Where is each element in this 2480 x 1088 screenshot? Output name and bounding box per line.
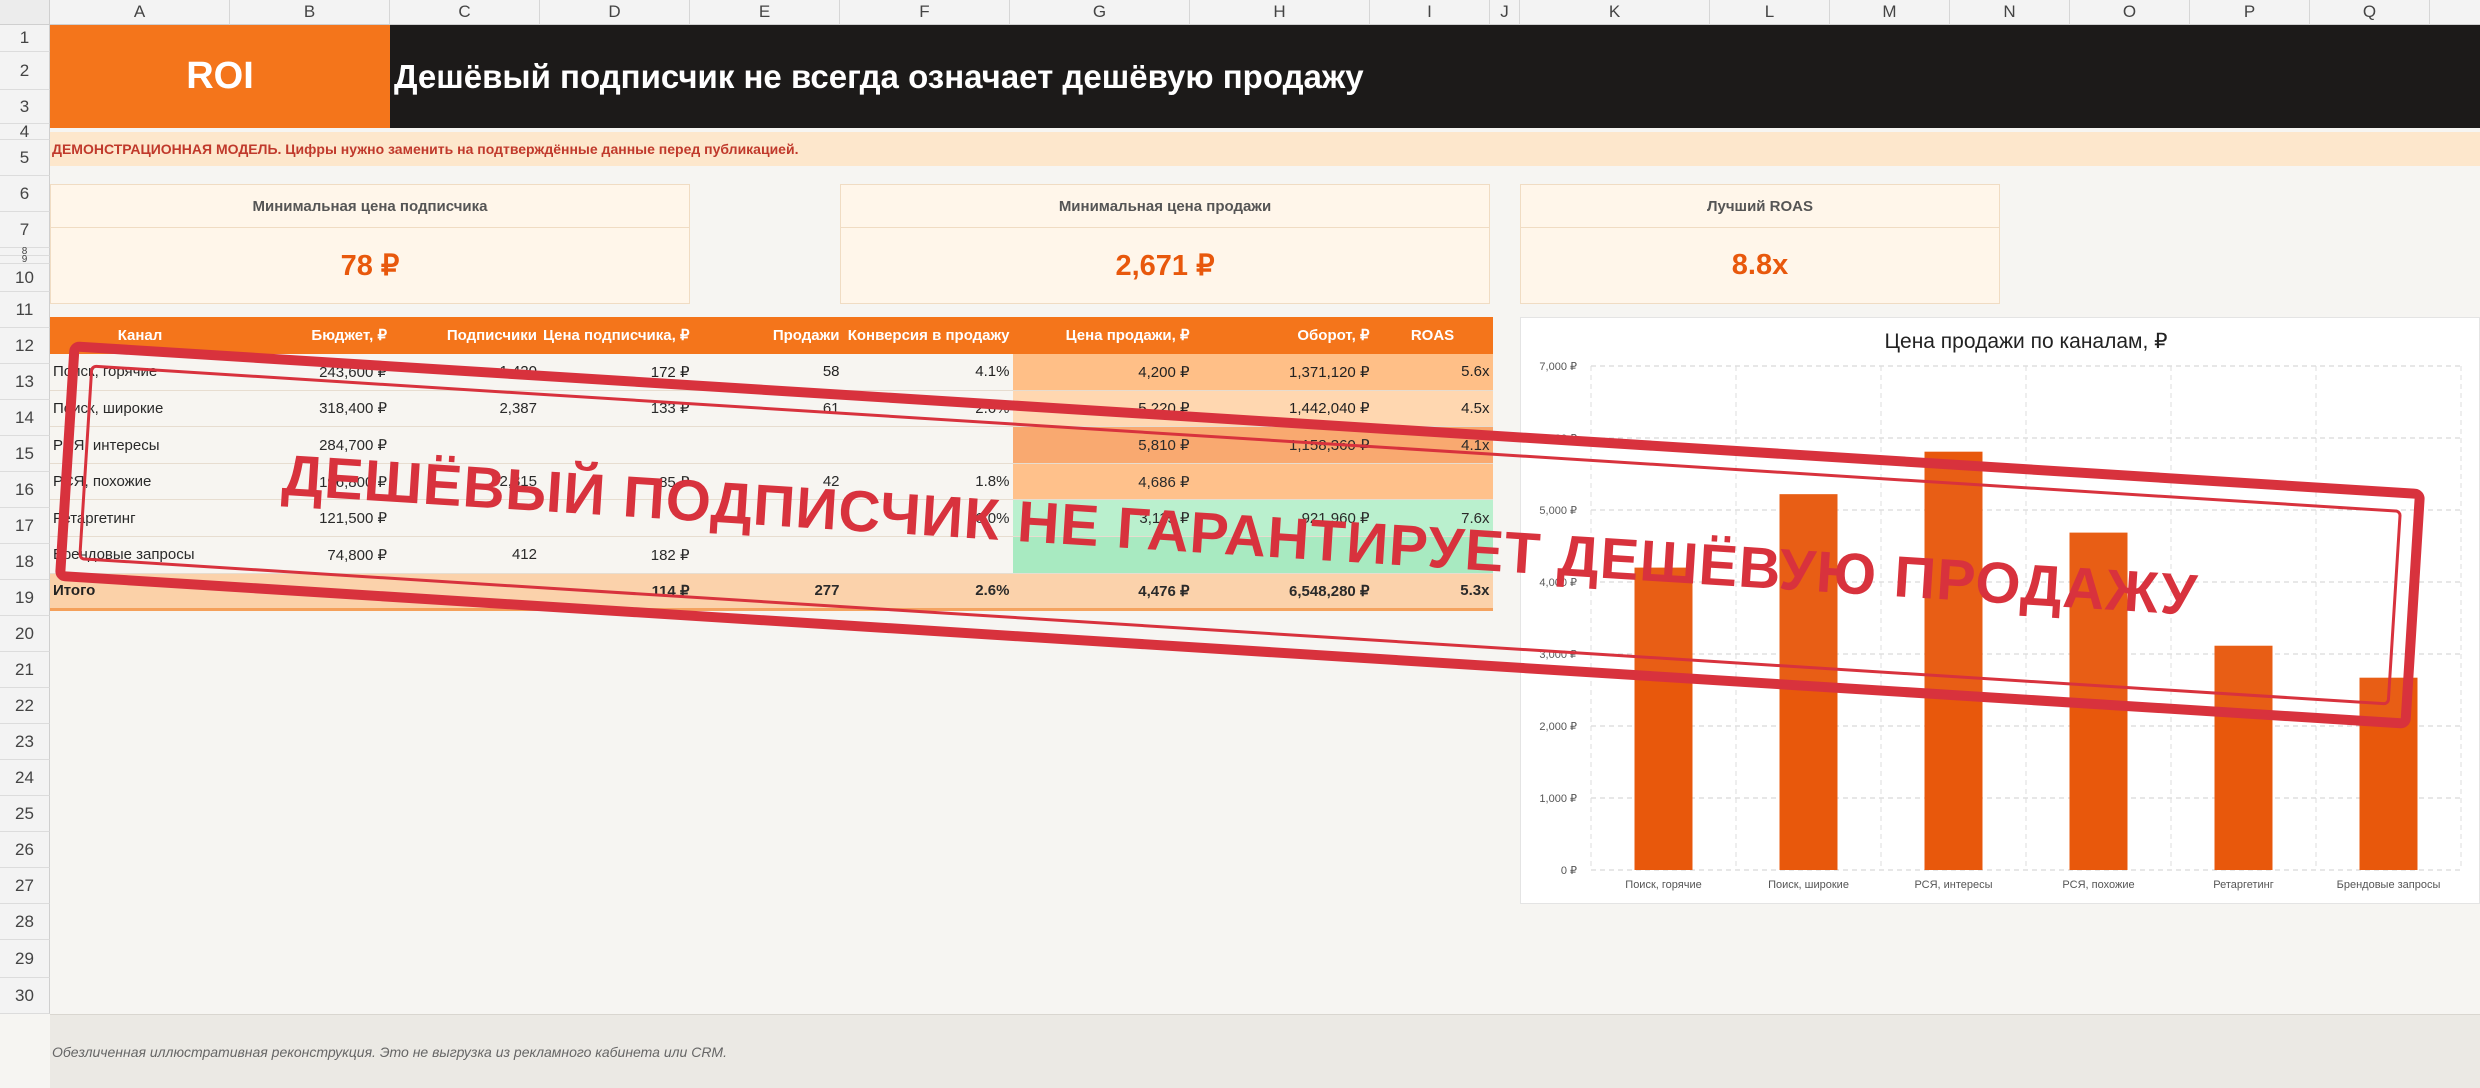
row-header[interactable]: 15	[0, 436, 50, 472]
row-header[interactable]: 1	[0, 25, 50, 52]
row-header[interactable]: 21	[0, 652, 50, 688]
row-header[interactable]: 13	[0, 364, 50, 400]
x-tick-label: РСЯ, похожие	[2062, 879, 2134, 891]
header-cell-sale-cost[interactable]: Цена продажи, ₽	[1012, 317, 1193, 354]
row-header[interactable]: 7	[0, 212, 50, 248]
column-header[interactable]: D	[540, 0, 690, 25]
row-header[interactable]: 16	[0, 472, 50, 508]
column-header[interactable]: A	[50, 0, 230, 25]
page-title: Дешёвый подписчик не всегда означает деш…	[390, 25, 2480, 128]
row-header[interactable]: 6	[0, 176, 50, 212]
column-header[interactable]: H	[1190, 0, 1370, 25]
cell[interactable]: 1,371,120 ₽	[1192, 353, 1373, 391]
kpi-label: Минимальная цена подписчика	[51, 185, 689, 228]
row-header[interactable]: 29	[0, 940, 50, 978]
header-cell-sales[interactable]: Продажи	[692, 317, 843, 354]
row-header[interactable]: 28	[0, 904, 50, 940]
column-header[interactable]: B	[230, 0, 390, 25]
y-tick-label: 7,000 ₽	[1539, 361, 1577, 373]
column-header[interactable]: G	[1010, 0, 1190, 25]
row-header[interactable]: 10	[0, 264, 50, 292]
row-header[interactable]: 3	[0, 90, 50, 124]
row-header[interactable]: 12	[0, 328, 50, 364]
cell[interactable]: 4.5x	[1372, 390, 1493, 428]
header-cell-subscriber-cost[interactable]: Цена подписчика, ₽	[540, 317, 693, 354]
header-cell-roas[interactable]: ROAS	[1372, 317, 1493, 354]
row-header[interactable]: 23	[0, 724, 50, 760]
kpi-value: 78 ₽	[340, 249, 400, 282]
kpi-value: 2,671 ₽	[1115, 249, 1215, 282]
select-all-corner[interactable]	[0, 0, 50, 25]
column-header[interactable]: J	[1490, 0, 1520, 25]
row-header[interactable]: 27	[0, 868, 50, 904]
cell[interactable]: 4,200 ₽	[1012, 353, 1193, 391]
demo-notice: ДЕМОНСТРАЦИОННАЯ МОДЕЛЬ. Цифры нужно зам…	[50, 132, 2480, 166]
x-tick-label: РСЯ, интересы	[1914, 879, 1992, 891]
column-header[interactable]: E	[690, 0, 840, 25]
row-header[interactable]: 9	[0, 254, 50, 265]
y-tick-label: 2,000 ₽	[1539, 721, 1577, 733]
row-header[interactable]: 17	[0, 508, 50, 544]
row-header[interactable]: 30	[0, 978, 50, 1014]
x-tick-label: Ретаргетинг	[2213, 879, 2274, 891]
column-header[interactable]: C	[390, 0, 540, 25]
row-header[interactable]: 4	[0, 122, 50, 141]
y-tick-label: 1,000 ₽	[1539, 793, 1577, 805]
kpi-card-min-sale-cost[interactable]: Минимальная цена продажи 2,671 ₽	[840, 184, 1490, 304]
column-header[interactable]: F	[840, 0, 1010, 25]
row-header[interactable]: 2	[0, 52, 50, 90]
column-header[interactable]: M	[1830, 0, 1950, 25]
column-header[interactable]: K	[1520, 0, 1710, 25]
kpi-value: 8.8x	[1731, 248, 1789, 281]
row-header[interactable]: 19	[0, 580, 50, 616]
kpi-label: Минимальная цена продажи	[841, 185, 1489, 228]
header-cell-budget[interactable]: Бюджет, ₽	[230, 317, 390, 354]
column-header[interactable]: L	[1710, 0, 1830, 25]
cell[interactable]: 5.6x	[1372, 353, 1493, 391]
column-header[interactable]: O	[2070, 0, 2190, 25]
x-tick-label: Брендовые запросы	[2337, 879, 2441, 891]
row-header[interactable]: 26	[0, 832, 50, 868]
cell[interactable]: 4.1%	[842, 353, 1013, 391]
kpi-card-best-roas[interactable]: Лучший ROAS 8.8x	[1520, 184, 2000, 304]
table-header-row: Канал Бюджет, ₽ Подписчики Цена подписчи…	[50, 317, 1493, 354]
footer-note: Обезличенная иллюстративная реконструкци…	[50, 1014, 2480, 1088]
y-tick-label: 0 ₽	[1561, 865, 1577, 877]
kpi-card-min-subscriber-cost[interactable]: Минимальная цена подписчика 78 ₽	[50, 184, 690, 304]
header-cell-subscribers[interactable]: Подписчики	[390, 317, 540, 354]
column-header[interactable]: P	[2190, 0, 2310, 25]
kpi-label: Лучший ROAS	[1521, 185, 1999, 228]
row-header[interactable]: 14	[0, 400, 50, 436]
column-header[interactable]: I	[1370, 0, 1490, 25]
roi-badge: ROI	[50, 25, 390, 128]
chart-title: Цена продажи по каналам, ₽	[1884, 330, 2167, 353]
x-tick-label: Поиск, широкие	[1768, 879, 1849, 891]
row-header[interactable]: 11	[0, 292, 50, 328]
row-header[interactable]: 20	[0, 616, 50, 652]
header-cell-conversion[interactable]: Конверсия в продажу	[842, 317, 1013, 354]
row-header[interactable]: 5	[0, 140, 50, 176]
row-header[interactable]: 25	[0, 796, 50, 832]
row-header[interactable]: 24	[0, 760, 50, 796]
x-tick-label: Поиск, горячие	[1625, 879, 1701, 891]
column-header[interactable]: Q	[2310, 0, 2430, 25]
row-header[interactable]: 22	[0, 688, 50, 724]
column-header[interactable]: N	[1950, 0, 2070, 25]
row-header[interactable]: 18	[0, 544, 50, 580]
header-cell-turnover[interactable]: Оборот, ₽	[1192, 317, 1373, 354]
column-header[interactable]: R	[2430, 0, 2480, 25]
